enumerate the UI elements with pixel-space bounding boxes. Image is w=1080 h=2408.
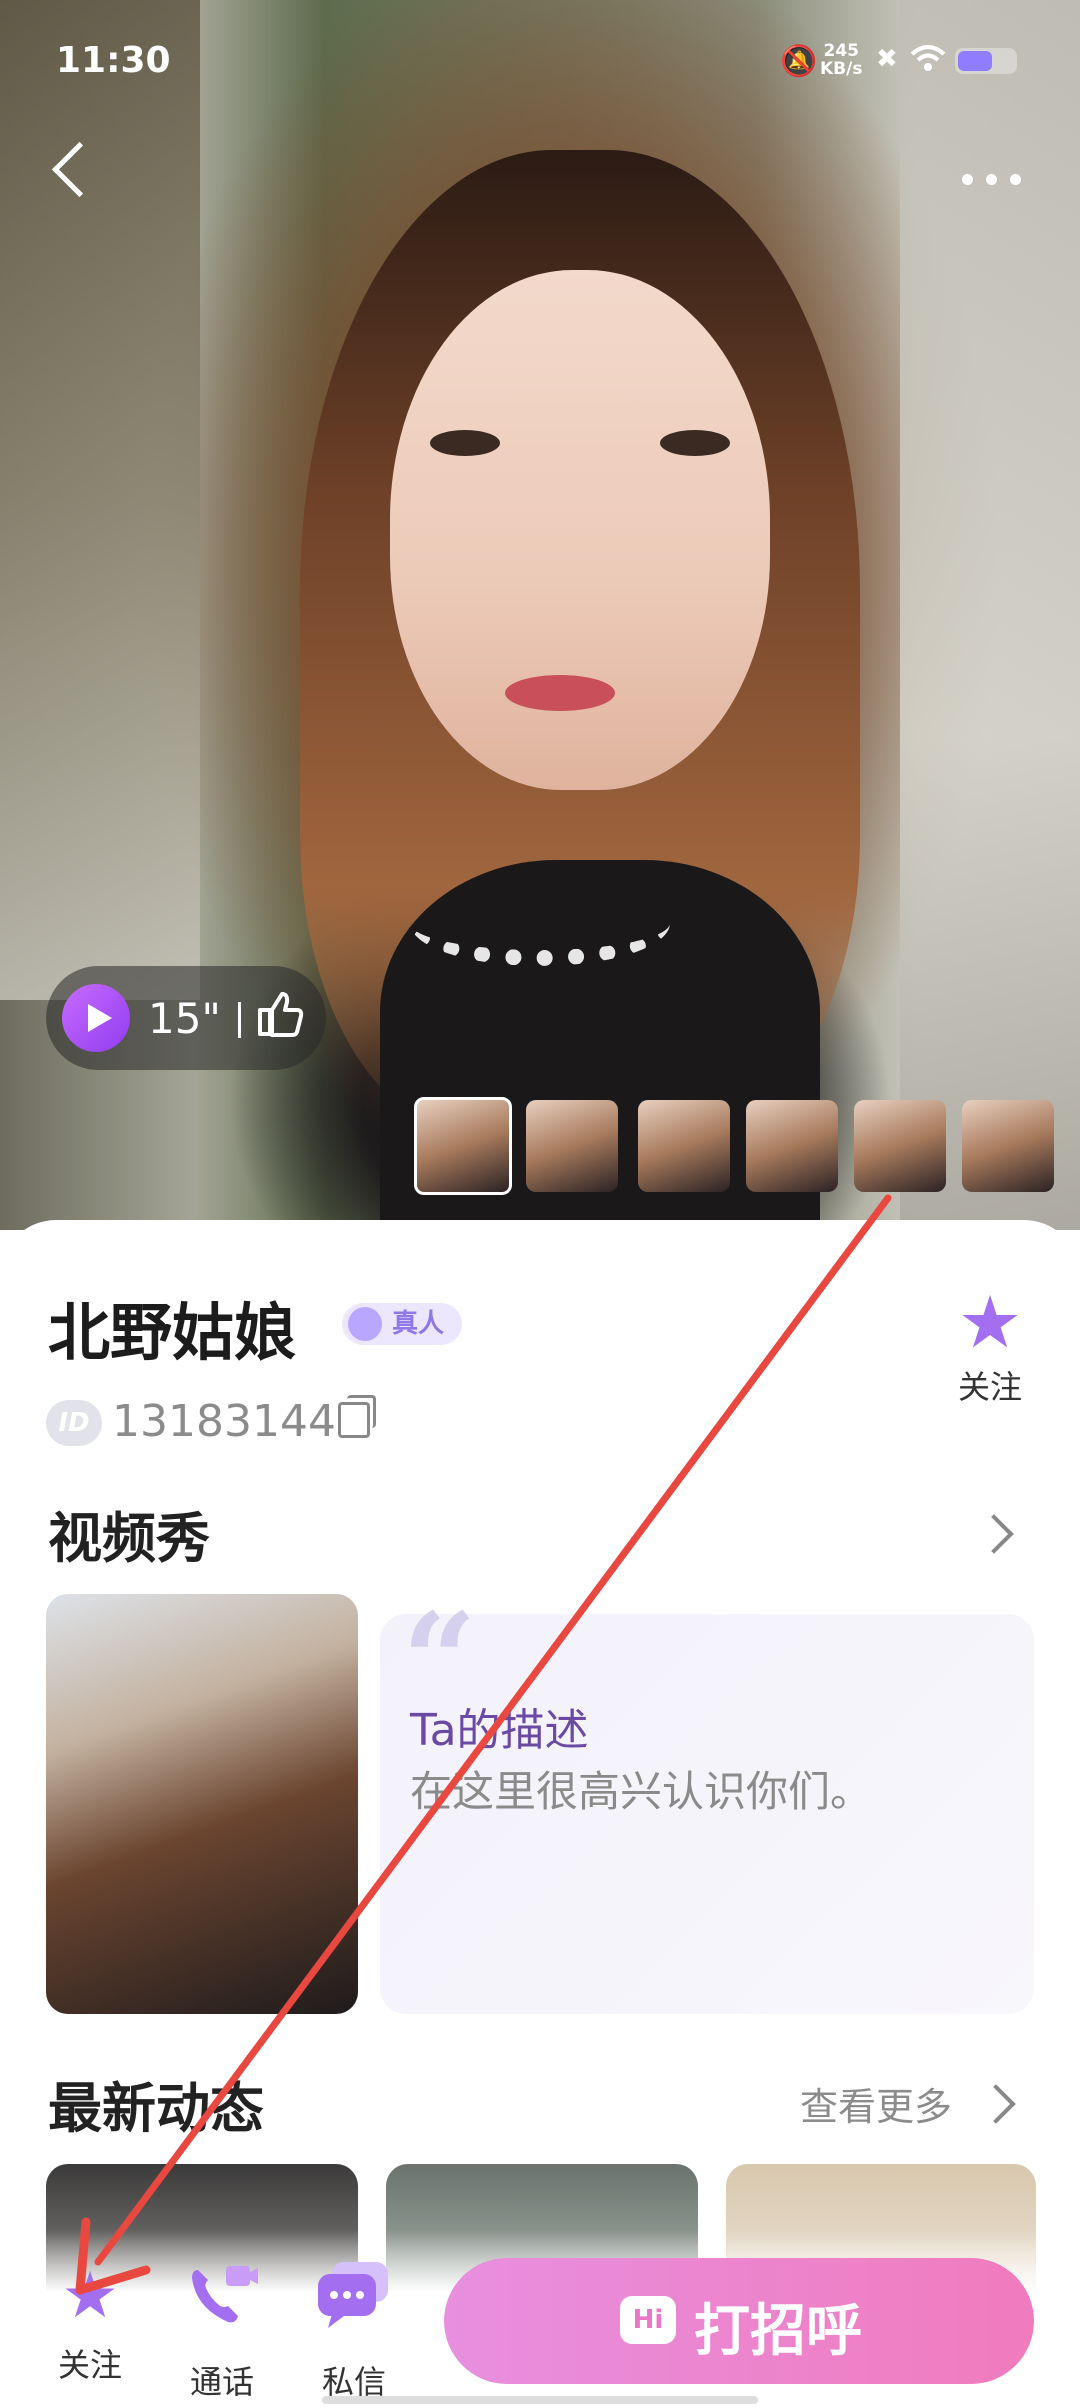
annotation-arrow: [75, 1194, 892, 2295]
